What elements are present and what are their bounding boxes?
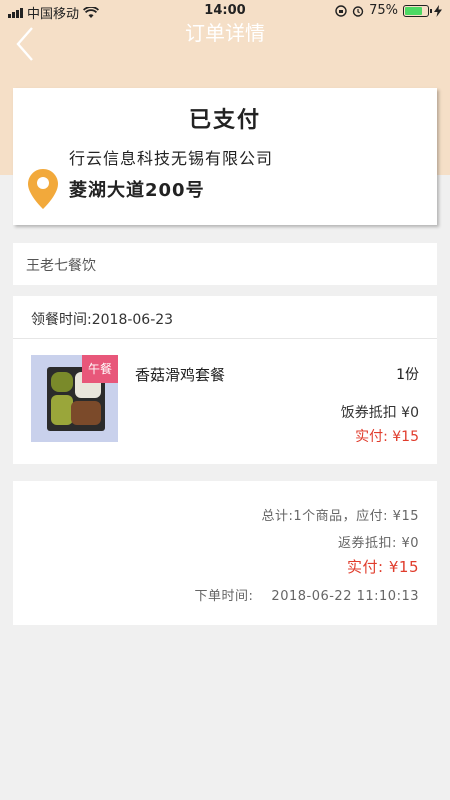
nav-bar: 订单详情 xyxy=(0,22,450,66)
delivery-address: 菱湖大道200号 xyxy=(69,180,205,201)
meal-name: 香菇滑鸡套餐 xyxy=(135,366,226,384)
page-title: 订单详情 xyxy=(185,21,265,45)
charging-icon xyxy=(434,4,442,17)
summary-total: 总计:1个商品，应付: ¥15 xyxy=(261,509,419,524)
order-status-card: 已支付 行云信息科技无锡有限公司 菱湖大道200号 xyxy=(13,88,437,225)
order-time-label: 下单时间: xyxy=(194,589,254,604)
order-time: 下单时间: 2018-06-22 11:10:13 xyxy=(195,585,419,604)
summary-paid: 实付: ¥15 xyxy=(347,558,419,576)
order-time-value: 2018-06-22 11:10:13 xyxy=(271,589,419,604)
status-bar-right: 75% xyxy=(335,3,442,18)
summary-rebate: 返券抵扣: ¥0 xyxy=(337,536,419,551)
order-status: 已支付 xyxy=(188,108,261,133)
meal-type-tag: 午餐 xyxy=(82,355,118,383)
divider xyxy=(13,338,437,339)
alarm-icon xyxy=(352,5,364,17)
status-bar: 中国移动 14:00 75% xyxy=(0,0,450,22)
meal-card: 领餐时间:2018-06-23 午餐 香菇滑鸡套餐 1份 饭券抵扣 ¥0 实付:… xyxy=(13,296,437,464)
restaurant-name: 王老七餐饮 xyxy=(26,258,96,274)
order-summary-card: 总计:1个商品，应付: ¥15 返券抵扣: ¥0 实付: ¥15 下单时间: 20… xyxy=(13,481,437,625)
delivery-company: 行云信息科技无锡有限公司 xyxy=(69,149,274,168)
battery-percent: 75% xyxy=(369,3,398,18)
voucher-deduction: 饭券抵扣 ¥0 xyxy=(340,405,419,421)
restaurant-card[interactable]: 王老七餐饮 xyxy=(13,243,437,285)
meal-quantity: 1份 xyxy=(396,367,419,383)
pickup-time: 领餐时间:2018-06-23 xyxy=(31,312,174,328)
map-pin-icon xyxy=(28,169,58,209)
battery-icon xyxy=(403,4,432,17)
orientation-lock-icon xyxy=(335,4,347,17)
meal-image[interactable]: 午餐 xyxy=(31,355,118,442)
meal-paid-amount: 实付: ¥15 xyxy=(355,429,419,445)
